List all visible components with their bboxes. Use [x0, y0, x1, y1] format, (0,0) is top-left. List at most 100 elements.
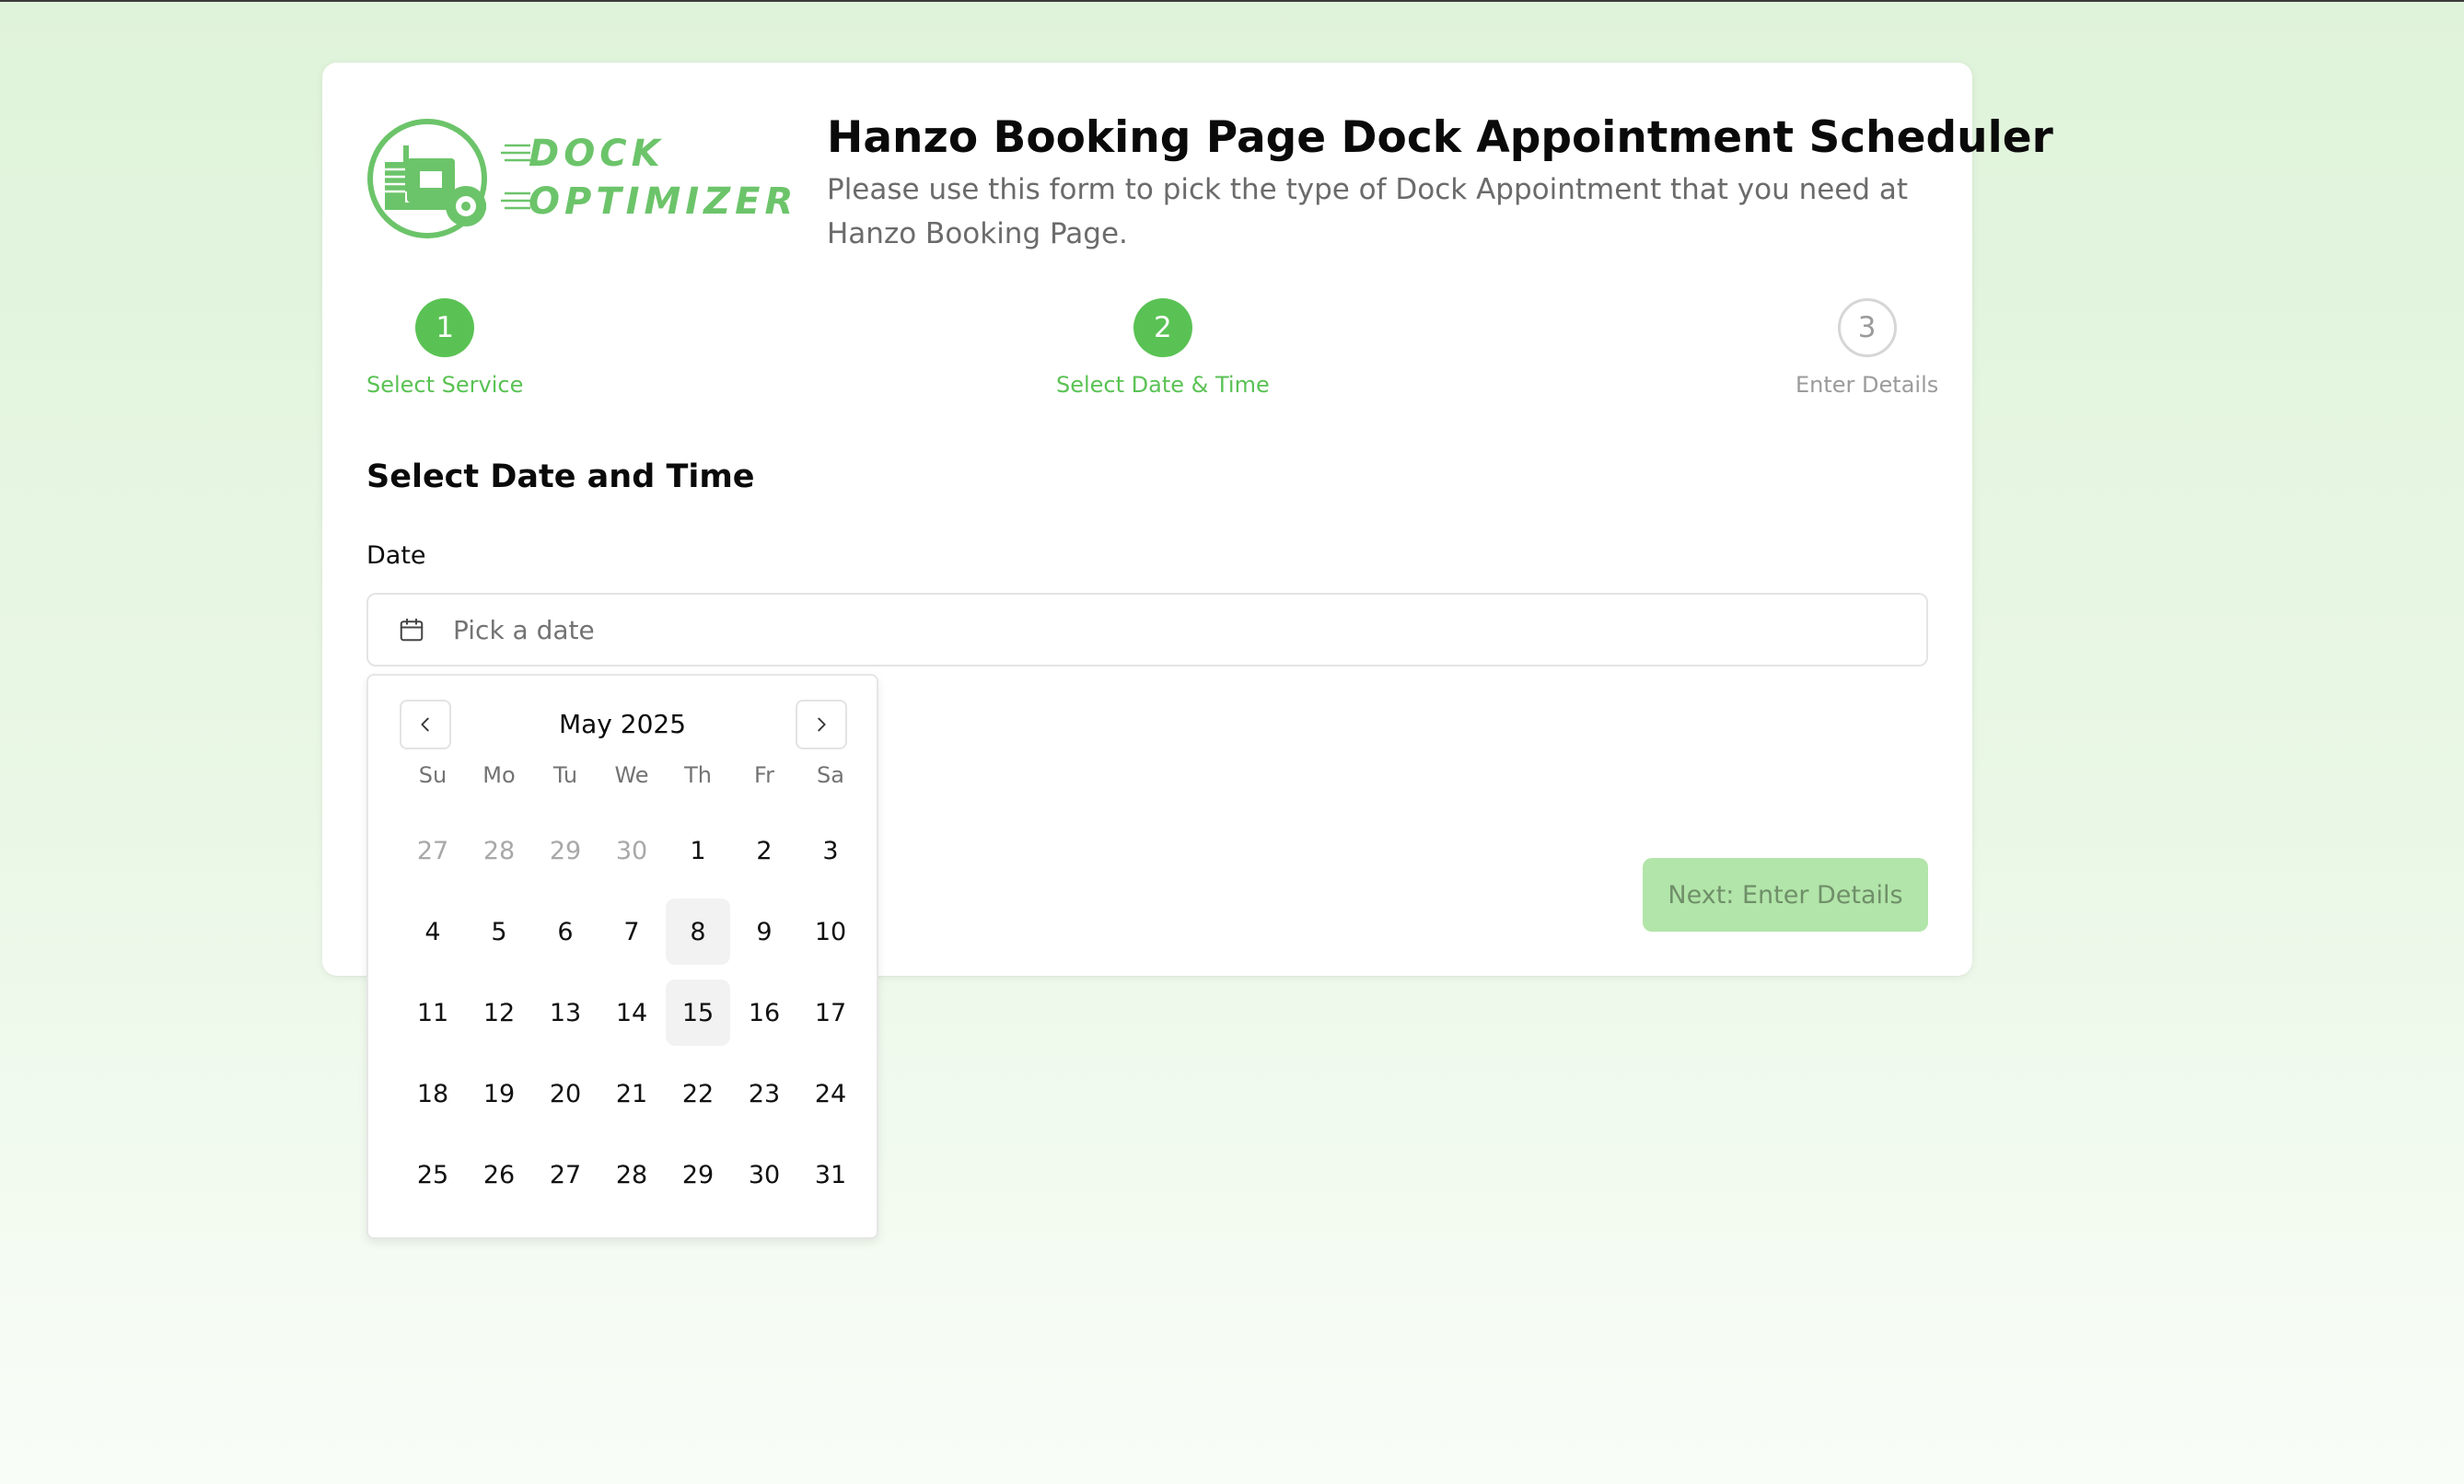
calendar-day-number: 27: [549, 1160, 582, 1189]
calendar-day-number: 20: [549, 1079, 582, 1108]
calendar-day[interactable]: 17: [797, 972, 864, 1053]
calendar-day-number: 27: [416, 836, 449, 865]
calendar-day-number: 16: [748, 998, 781, 1027]
calendar-day[interactable]: 28: [599, 1134, 665, 1215]
calendar-day[interactable]: 5: [466, 891, 532, 972]
calendar-day-number: 25: [416, 1160, 449, 1189]
date-field-label: Date: [366, 541, 426, 570]
calendar-day[interactable]: 21: [599, 1053, 665, 1134]
calendar-day[interactable]: 18: [400, 1053, 466, 1134]
calendar-day[interactable]: 26: [466, 1134, 532, 1215]
calendar-day[interactable]: 29: [665, 1134, 731, 1215]
step-1-label: Select Service: [366, 372, 524, 398]
step-select-date-time: 2 Select Date & Time: [1056, 298, 1270, 398]
calendar-day-number: 1: [690, 836, 706, 865]
calendar-day-number: 13: [549, 998, 582, 1027]
calendar-day-number: 6: [557, 917, 574, 946]
calendar-day-number: 14: [615, 998, 648, 1027]
calendar-day-number: 26: [482, 1160, 516, 1189]
calendar-day[interactable]: 13: [532, 972, 599, 1053]
calendar-day[interactable]: 9: [731, 891, 797, 972]
calendar-day-number: 22: [681, 1079, 715, 1108]
calendar-day[interactable]: 7: [599, 891, 665, 972]
step-enter-details: 3 Enter Details: [1796, 298, 1938, 398]
calendar-day-outside[interactable]: 28: [466, 810, 532, 891]
calendar-day-number: 15: [666, 980, 730, 1046]
section-title: Select Date and Time: [366, 458, 755, 495]
next-enter-details-button[interactable]: Next: Enter Details: [1643, 858, 1928, 932]
logo-text-line1: DOCK: [529, 133, 665, 175]
calendar-icon: [400, 618, 424, 642]
calendar-day-number: 12: [482, 998, 516, 1027]
calendar-day-number: 30: [748, 1160, 781, 1189]
calendar-day[interactable]: 25: [400, 1134, 466, 1215]
calendar-day-outside[interactable]: 27: [400, 810, 466, 891]
calendar-day-number: 28: [482, 836, 516, 865]
calendar-day[interactable]: 11: [400, 972, 466, 1053]
weekday-label: Mo: [482, 762, 516, 788]
calendar-day[interactable]: 15: [665, 972, 731, 1053]
calendar-day[interactable]: 12: [466, 972, 532, 1053]
calendar-day-number: 18: [416, 1079, 449, 1108]
step-2-circle: 2: [1133, 298, 1192, 357]
calendar-day-number: 29: [681, 1160, 715, 1189]
weekday-label: Fr: [754, 762, 774, 788]
calendar-day-outside[interactable]: 29: [532, 810, 599, 891]
calendar-day[interactable]: 24: [797, 1053, 864, 1134]
calendar-day-number: 23: [748, 1079, 781, 1108]
calendar-day[interactable]: 19: [466, 1053, 532, 1134]
calendar-day[interactable]: 23: [731, 1053, 797, 1134]
calendar-day[interactable]: 30: [731, 1134, 797, 1215]
step-select-service: 1 Select Service: [366, 298, 523, 398]
calendar-day[interactable]: 20: [532, 1053, 599, 1134]
calendar-day-number: 2: [756, 836, 773, 865]
calendar-day[interactable]: 10: [797, 891, 864, 972]
chevron-right-icon: [818, 717, 826, 732]
calendar-day[interactable]: 27: [532, 1134, 599, 1215]
next-month-button[interactable]: [796, 700, 847, 749]
weekday-label: We: [614, 762, 649, 788]
calendar-day[interactable]: 22: [665, 1053, 731, 1134]
page-description: Please use this form to pick the type of…: [827, 173, 1909, 250]
calendar-day-number: 11: [416, 998, 449, 1027]
step-3-label: Enter Details: [1796, 372, 1939, 398]
calendar-day-number: 24: [814, 1079, 847, 1108]
calendar-day-number: 8: [666, 899, 730, 965]
step-2-label: Select Date & Time: [1056, 372, 1270, 398]
calendar-day-number: 5: [491, 917, 507, 946]
date-placeholder: Pick a date: [453, 614, 595, 645]
step-3-circle: 3: [1837, 298, 1897, 357]
calendar-day-number: 7: [623, 917, 640, 946]
calendar-day-number: 21: [615, 1079, 648, 1108]
step-1-circle: 1: [415, 298, 475, 357]
calendar-day-grid: 27 28 29 30 1 2 3 4 5 6 7 8 9 10 11 12 13 14 15 16 17 18 19 20 2…: [400, 810, 864, 1215]
calendar-day-outside[interactable]: 30: [599, 810, 665, 891]
calendar-day[interactable]: 8: [665, 891, 731, 972]
calendar-day-number: 9: [756, 917, 773, 946]
date-picker-input[interactable]: Pick a date: [366, 593, 1928, 667]
weekday-label: Sa: [817, 762, 844, 788]
calendar-day[interactable]: 2: [731, 810, 797, 891]
calendar-day-number: 29: [549, 836, 582, 865]
calendar-day-number: 4: [424, 917, 441, 946]
calendar-day-number: 17: [814, 998, 847, 1027]
weekday-label: Tu: [552, 762, 578, 788]
logo-text-line2: OPTIMIZER: [529, 180, 797, 223]
calendar-day[interactable]: 16: [731, 972, 797, 1053]
calendar-day[interactable]: 4: [400, 891, 466, 972]
calendar-day-number: 10: [814, 917, 847, 946]
calendar-popover: May 2025 Su Mo Tu We Th Fr Sa 27 28 29 30 1 2…: [366, 674, 878, 1239]
calendar-day-number: 31: [814, 1160, 847, 1189]
calendar-day[interactable]: 31: [797, 1134, 864, 1215]
page-title: Hanzo Booking Page Dock Appointment Sche…: [827, 112, 2053, 163]
weekday-label: Th: [684, 762, 712, 788]
calendar-day[interactable]: 3: [797, 810, 864, 891]
calendar-day[interactable]: 14: [599, 972, 665, 1053]
calendar-day[interactable]: 6: [532, 891, 599, 972]
calendar-day[interactable]: 1: [665, 810, 731, 891]
weekday-label: Su: [418, 762, 447, 788]
calendar-day-number: 19: [482, 1079, 516, 1108]
calendar-day-number: 3: [822, 836, 839, 865]
calendar-day-number: 28: [615, 1160, 648, 1189]
calendar-day-number: 30: [615, 836, 648, 865]
